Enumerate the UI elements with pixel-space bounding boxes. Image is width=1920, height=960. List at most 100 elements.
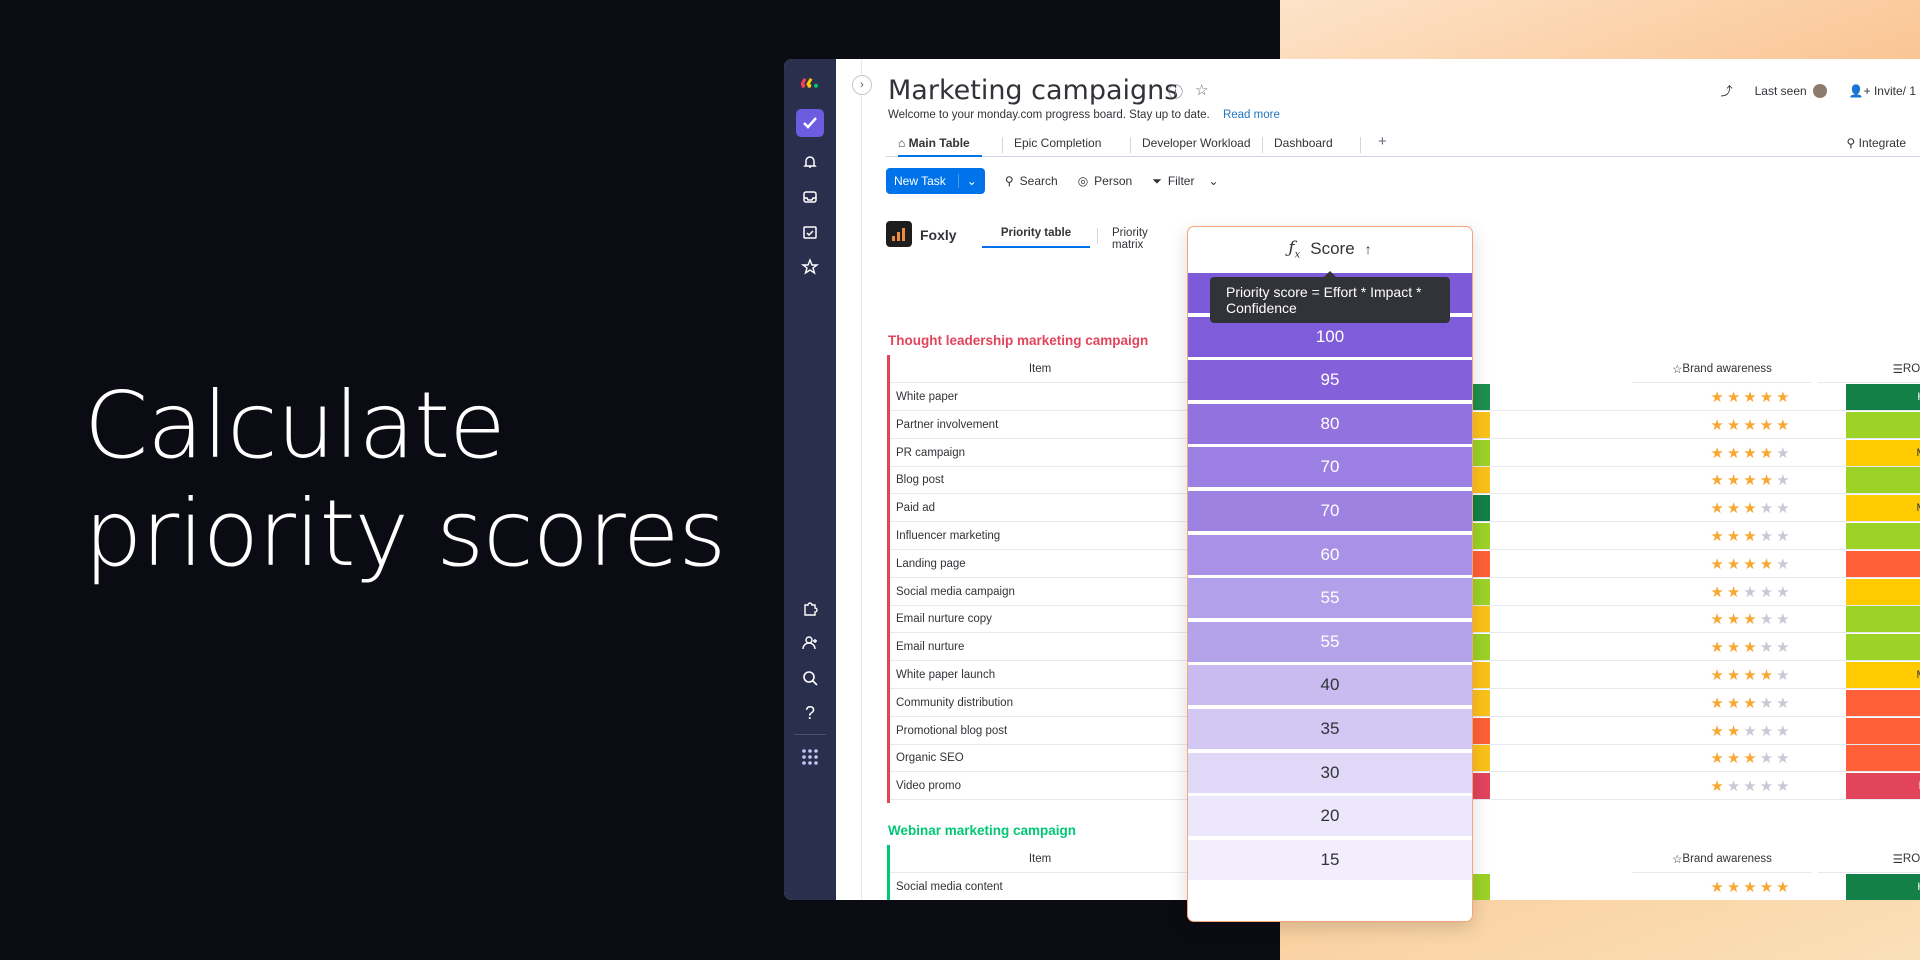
rating-star-icon[interactable]: ★ (1760, 878, 1773, 896)
rating-star-icon[interactable]: ★ (1727, 722, 1740, 740)
score-cell[interactable]: 55 (1188, 578, 1472, 621)
rating-star-icon[interactable]: ★ (1776, 527, 1789, 545)
activity-trend-icon[interactable]: ⤴ (1721, 82, 1733, 99)
rating-star-icon[interactable]: ★ (1760, 444, 1773, 462)
brand-awareness-rating[interactable]: ★ ★ ★ ★ ★ (1660, 439, 1840, 467)
score-cell[interactable]: 40 (1188, 665, 1472, 708)
score-cell[interactable]: 60 (1188, 534, 1472, 577)
tab-epic-completion[interactable]: Epic Completion (1014, 136, 1101, 157)
rating-star-icon[interactable]: ★ (1727, 499, 1740, 517)
rating-star-icon[interactable]: ★ (1727, 471, 1740, 489)
rating-star-icon[interactable]: ★ (1710, 878, 1723, 896)
rating-star-icon[interactable]: ★ (1776, 583, 1789, 601)
roi-status-cell[interactable]: High (1846, 606, 1920, 633)
rating-star-icon[interactable]: ★ (1760, 471, 1773, 489)
group-title[interactable]: Thought leadership marketing campaign (888, 333, 1148, 348)
score-cell[interactable]: 95 (1188, 360, 1472, 403)
rating-star-icon[interactable]: ★ (1710, 777, 1723, 795)
sort-arrow-up-icon[interactable]: ↑ (1365, 241, 1372, 257)
rating-star-icon[interactable]: ★ (1710, 638, 1723, 656)
rating-star-icon[interactable]: ★ (1760, 388, 1773, 406)
tab-priority-matrix[interactable]: Priority matrix (1112, 227, 1148, 251)
item-name[interactable]: PR campaign (896, 447, 965, 459)
favorites-star-icon[interactable] (797, 254, 823, 280)
score-cell[interactable]: 20 (1188, 796, 1472, 839)
roi-status-cell[interactable]: Low (1846, 745, 1920, 772)
column-header-roi[interactable]: ☰ ROI (1818, 845, 1920, 873)
rating-star-icon[interactable]: ★ (1760, 722, 1773, 740)
item-name[interactable]: White paper launch (896, 669, 995, 681)
rating-star-icon[interactable]: ★ (1776, 416, 1789, 434)
inbox-icon[interactable] (797, 184, 823, 210)
rating-star-icon[interactable]: ★ (1743, 388, 1756, 406)
item-name[interactable]: Partner involvement (896, 419, 998, 431)
rating-star-icon[interactable]: ★ (1743, 583, 1756, 601)
rating-star-icon[interactable]: ★ (1710, 583, 1723, 601)
rating-star-icon[interactable]: ★ (1760, 638, 1773, 656)
roi-status-cell[interactable]: Low (1846, 689, 1920, 716)
person-filter-button[interactable]: ◎ Person (1078, 174, 1133, 188)
rating-star-icon[interactable]: ★ (1710, 527, 1723, 545)
rating-star-icon[interactable]: ★ (1743, 499, 1756, 517)
rating-star-icon[interactable]: ★ (1727, 610, 1740, 628)
rating-star-icon[interactable]: ★ (1760, 555, 1773, 573)
rating-star-icon[interactable]: ★ (1776, 694, 1789, 712)
rating-star-icon[interactable]: ★ (1760, 666, 1773, 684)
rating-star-icon[interactable]: ★ (1776, 722, 1789, 740)
brand-awareness-rating[interactable]: ★ ★ ★ ★ ★ (1660, 717, 1840, 745)
score-cell[interactable]: 55 (1188, 621, 1472, 664)
roi-status-cell[interactable]: Highest (1846, 874, 1920, 900)
roi-status-cell[interactable]: High (1846, 523, 1920, 549)
rating-star-icon[interactable]: ★ (1776, 749, 1789, 767)
score-cell[interactable]: 30 (1188, 752, 1472, 795)
bell-icon[interactable] (797, 149, 823, 175)
rating-star-icon[interactable]: ★ (1710, 471, 1723, 489)
brand-awareness-rating[interactable]: ★ ★ ★ ★ ★ (1660, 383, 1840, 411)
rating-star-icon[interactable]: ★ (1743, 527, 1756, 545)
rating-star-icon[interactable]: ★ (1743, 777, 1756, 795)
brand-awareness-rating[interactable]: ★ ★ ★ ★ ★ (1660, 873, 1840, 900)
search-button[interactable]: ⚲ Search (1005, 174, 1058, 188)
tab-main-table[interactable]: ⌂ Main Table (898, 136, 982, 157)
brand-awareness-rating[interactable]: ★ ★ ★ ★ ★ (1660, 689, 1840, 717)
add-view-plus-icon[interactable]: + (1378, 133, 1387, 154)
score-cell[interactable]: 80 (1188, 403, 1472, 446)
roi-status-cell[interactable]: High (1846, 467, 1920, 494)
rating-star-icon[interactable]: ★ (1727, 555, 1740, 573)
invite-button[interactable]: 👤+ Invite/ 1 (1849, 84, 1916, 98)
column-header-item[interactable]: Item (890, 845, 1190, 873)
tab-dashboard[interactable]: Dashboard (1274, 136, 1333, 157)
monday-logo-icon[interactable] (797, 69, 823, 95)
rating-star-icon[interactable]: ★ (1727, 638, 1740, 656)
work-management-icon[interactable] (796, 109, 824, 137)
roi-status-cell[interactable]: Low (1846, 550, 1920, 577)
rating-star-icon[interactable]: ★ (1776, 666, 1789, 684)
score-cell[interactable]: 70 (1188, 491, 1472, 533)
roi-status-cell[interactable]: Low (1846, 717, 1920, 744)
new-task-button[interactable]: New Task ⌄ (886, 168, 985, 194)
roi-status-cell[interactable]: High (1846, 411, 1920, 438)
rating-star-icon[interactable]: ★ (1743, 416, 1756, 434)
info-icon[interactable]: ⓘ (1168, 81, 1183, 102)
rating-star-icon[interactable]: ★ (1743, 638, 1756, 656)
rating-star-icon[interactable]: ★ (1776, 388, 1789, 406)
roi-status-cell[interactable]: Medium (1846, 439, 1920, 466)
item-name[interactable]: White paper (896, 391, 958, 403)
rating-star-icon[interactable]: ★ (1743, 444, 1756, 462)
score-column-header[interactable]: ƒx Score ↑ (1188, 227, 1472, 271)
item-name[interactable]: Influencer marketing (896, 530, 1000, 542)
roi-status-cell[interactable]: Lowest (1846, 773, 1920, 800)
filter-button[interactable]: ⏷ Filter ⌄ (1152, 174, 1218, 189)
item-name[interactable]: Social media content (896, 881, 1003, 893)
rating-star-icon[interactable]: ★ (1710, 722, 1723, 740)
brand-awareness-rating[interactable]: ★ ★ ★ ★ ★ (1660, 661, 1840, 689)
rating-star-icon[interactable]: ★ (1743, 749, 1756, 767)
item-name[interactable]: Landing page (896, 558, 966, 570)
rating-star-icon[interactable]: ★ (1710, 749, 1723, 767)
rating-star-icon[interactable]: ★ (1727, 583, 1740, 601)
product-switcher-grid-icon[interactable] (797, 744, 823, 770)
item-name[interactable]: Blog post (896, 474, 944, 486)
rating-star-icon[interactable]: ★ (1710, 444, 1723, 462)
rating-star-icon[interactable]: ★ (1776, 638, 1789, 656)
brand-awareness-rating[interactable]: ★ ★ ★ ★ ★ (1660, 466, 1840, 494)
